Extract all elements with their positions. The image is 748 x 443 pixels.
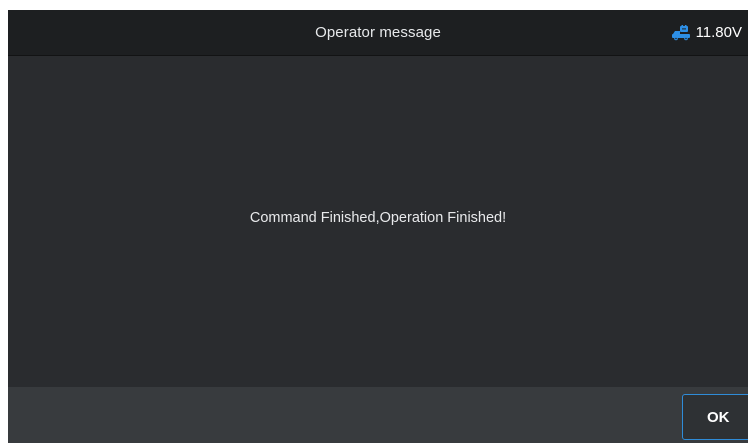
message-area: Command Finished,Operation Finished! [8,56,748,387]
title-bar: Operator message 11.80V [8,10,748,56]
page-title: Operator message [315,24,441,41]
ok-button[interactable]: OK [682,394,748,440]
battery-voltage-indicator: 11.80V [671,10,742,55]
voltage-value: 11.80V [695,24,742,41]
operator-message-screen: Operator message 11.80V Command Finished… [8,10,748,443]
operator-message-text: Command Finished,Operation Finished! [249,210,507,226]
vehicle-battery-icon [671,24,691,41]
button-bar: OK [8,387,748,443]
